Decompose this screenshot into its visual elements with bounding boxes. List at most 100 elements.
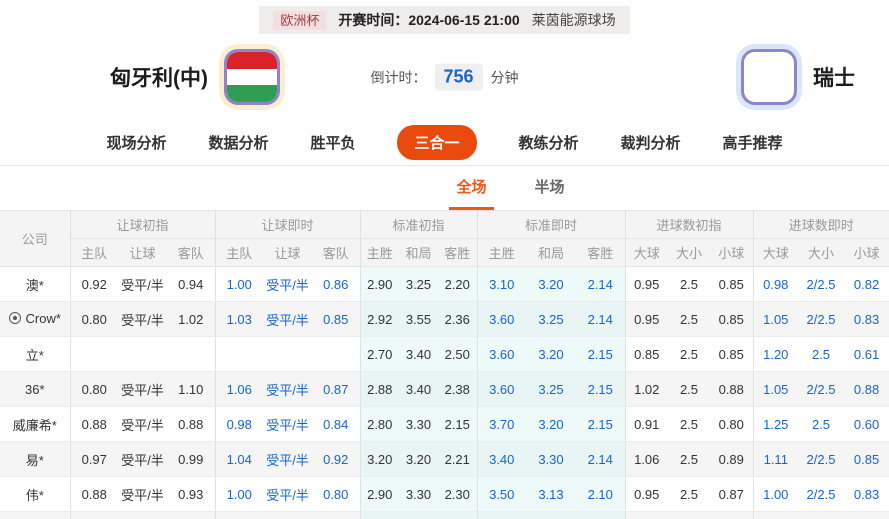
odds-cell: 0.95 <box>624 301 668 337</box>
odds-cell <box>752 511 799 519</box>
company-cell[interactable]: 易* <box>0 441 71 477</box>
odds-cell <box>624 511 668 519</box>
odds-cell <box>710 511 754 519</box>
odds-cell: 受平/半 <box>263 476 312 512</box>
odds-cell: 0.80 <box>69 371 118 407</box>
odds-cell: 2.50 <box>438 336 477 372</box>
odds-cell: 1.11 <box>752 441 799 477</box>
odds-cell: 0.88 <box>69 406 118 442</box>
countdown-unit: 分钟 <box>490 69 519 85</box>
tab-live-analysis[interactable]: 现场分析 <box>106 132 166 153</box>
odds-cell: 受平/半 <box>118 266 167 302</box>
tab-coach-analysis[interactable]: 教练分析 <box>519 132 579 153</box>
odds-cell: 2.15 <box>576 336 625 372</box>
subheader: 客胜 <box>576 238 625 267</box>
odds-cell: 3.10 <box>476 266 526 302</box>
group-header-standard-live: 标准即时 <box>476 210 625 239</box>
odds-cell: 3.30 <box>399 406 438 442</box>
odds-cell: 2.14 <box>576 301 625 337</box>
odds-cell: 2/2.5 <box>798 476 845 512</box>
odds-cell <box>359 511 399 519</box>
company-cell[interactable]: 立* <box>0 336 71 372</box>
tab-expert-picks[interactable]: 高手推荐 <box>723 132 783 153</box>
odds-cell: 2.5 <box>668 371 710 407</box>
company-cell[interactable]: Crow* <box>0 301 71 337</box>
odds-cell: 2.15 <box>438 406 477 442</box>
odds-cell: 受平/半 <box>263 266 312 302</box>
odds-cell: 0.95 <box>624 266 668 302</box>
company-cell[interactable]: 澳* <box>0 266 71 302</box>
odds-cell: 0.88 <box>69 476 118 512</box>
subheader: 让球 <box>118 238 167 267</box>
odds-cell: 0.98 <box>214 406 263 442</box>
group-header-standard-initial: 标准初指 <box>359 210 477 239</box>
odds-cell <box>312 336 360 372</box>
table-row: 立* 2.70 3.40 2.50 3.60 3.20 2.15 0.85 2.5 0.85 1.2… <box>0 336 889 372</box>
odds-cell: 2.5 <box>668 476 710 512</box>
odds-cell: 3.60 <box>476 336 526 372</box>
tab-win-draw-lose[interactable]: 胜平负 <box>310 132 355 153</box>
kickoff-time: 开赛时间：2024-06-15 21:00 <box>338 12 520 28</box>
odds-cell: 2/2.5 <box>798 266 845 302</box>
odds-cell: 0.92 <box>69 266 118 302</box>
odds-cell: 受平/半 <box>263 301 312 337</box>
odds-cell: 2.5 <box>668 266 710 302</box>
subheader: 主队 <box>214 238 263 267</box>
odds-cell: 1.20 <box>752 336 799 372</box>
nav-tabs: 现场分析 数据分析 胜平负 三合一 教练分析 裁判分析 高手推荐 <box>0 120 889 166</box>
odds-cell: 2.5 <box>668 406 710 442</box>
odds-cell <box>167 511 215 519</box>
odds-cell <box>69 511 118 519</box>
odds-cell: 1.05 <box>752 371 799 407</box>
subheader: 客队 <box>167 238 215 267</box>
odds-cell: 受平/半 <box>263 406 312 442</box>
odds-cell: 0.85 <box>710 301 754 337</box>
odds-cell: 3.40 <box>399 371 438 407</box>
countdown: 倒计时： 756 分钟 <box>370 63 519 91</box>
subheader: 大球 <box>624 238 668 267</box>
odds-cell: 0.60 <box>844 406 889 442</box>
odds-cell: 2.10 <box>576 476 625 512</box>
odds-cell: 2/2.5 <box>798 301 845 337</box>
company-name: 立* <box>25 347 44 363</box>
table-row: 澳* 0.92 受平/半 0.94 1.00 受平/半 0.86 2.90 3.25 2.20 3.… <box>0 266 889 302</box>
odds-cell: 3.30 <box>399 476 438 512</box>
subheader: 让球 <box>263 238 312 267</box>
odds-cell: 3.40 <box>476 441 526 477</box>
company-cell[interactable]: 威廉希* <box>0 406 71 442</box>
odds-cell: 1.02 <box>624 371 668 407</box>
odds-cell <box>576 511 625 519</box>
odds-cell: 0.85 <box>844 441 889 477</box>
switzerland-flag-icon <box>741 49 797 105</box>
odds-cell: 受平/半 <box>118 301 167 337</box>
subheader: 和局 <box>399 238 438 267</box>
odds-cell: 0.87 <box>312 371 360 407</box>
odds-cell: 2.14 <box>576 266 625 302</box>
odds-cell: 2.5 <box>798 336 845 372</box>
hungary-flag-icon <box>224 49 280 105</box>
odds-cell: 1.00 <box>214 266 263 302</box>
subheader: 主胜 <box>476 238 526 267</box>
company-cell[interactable]: 伟* <box>0 476 71 512</box>
tab-referee-analysis[interactable]: 裁判分析 <box>621 132 681 153</box>
odds-cell: 0.82 <box>844 266 889 302</box>
odds-cell: 2.5 <box>798 406 845 442</box>
odds-cell: 3.70 <box>476 406 526 442</box>
odds-cell: 1.06 <box>214 371 263 407</box>
odds-cell: 3.55 <box>399 301 438 337</box>
odds-cell: 0.86 <box>312 266 360 302</box>
odds-cell: 3.20 <box>359 441 399 477</box>
odds-cell: 0.89 <box>710 441 754 477</box>
odds-cell: 0.61 <box>844 336 889 372</box>
odds-cell: 受平/半 <box>263 371 312 407</box>
tab-data-analysis[interactable]: 数据分析 <box>208 132 268 153</box>
tab-three-in-one[interactable]: 三合一 <box>397 125 477 160</box>
odds-cell: 0.85 <box>312 301 360 337</box>
subtab-half-match[interactable]: 半场 <box>528 166 572 210</box>
subheader: 客队 <box>312 238 360 267</box>
company-cell[interactable]: 36* <box>0 371 71 407</box>
odds-table: 公司 让球初指 让球即时 标准初指 标准即时 进球数初指 进球数即时 主队 让球… <box>0 210 889 519</box>
subtab-full-match[interactable]: 全场 <box>449 166 494 210</box>
company-name: 伟* <box>25 487 44 503</box>
home-team: 匈牙利(中) <box>110 49 280 105</box>
